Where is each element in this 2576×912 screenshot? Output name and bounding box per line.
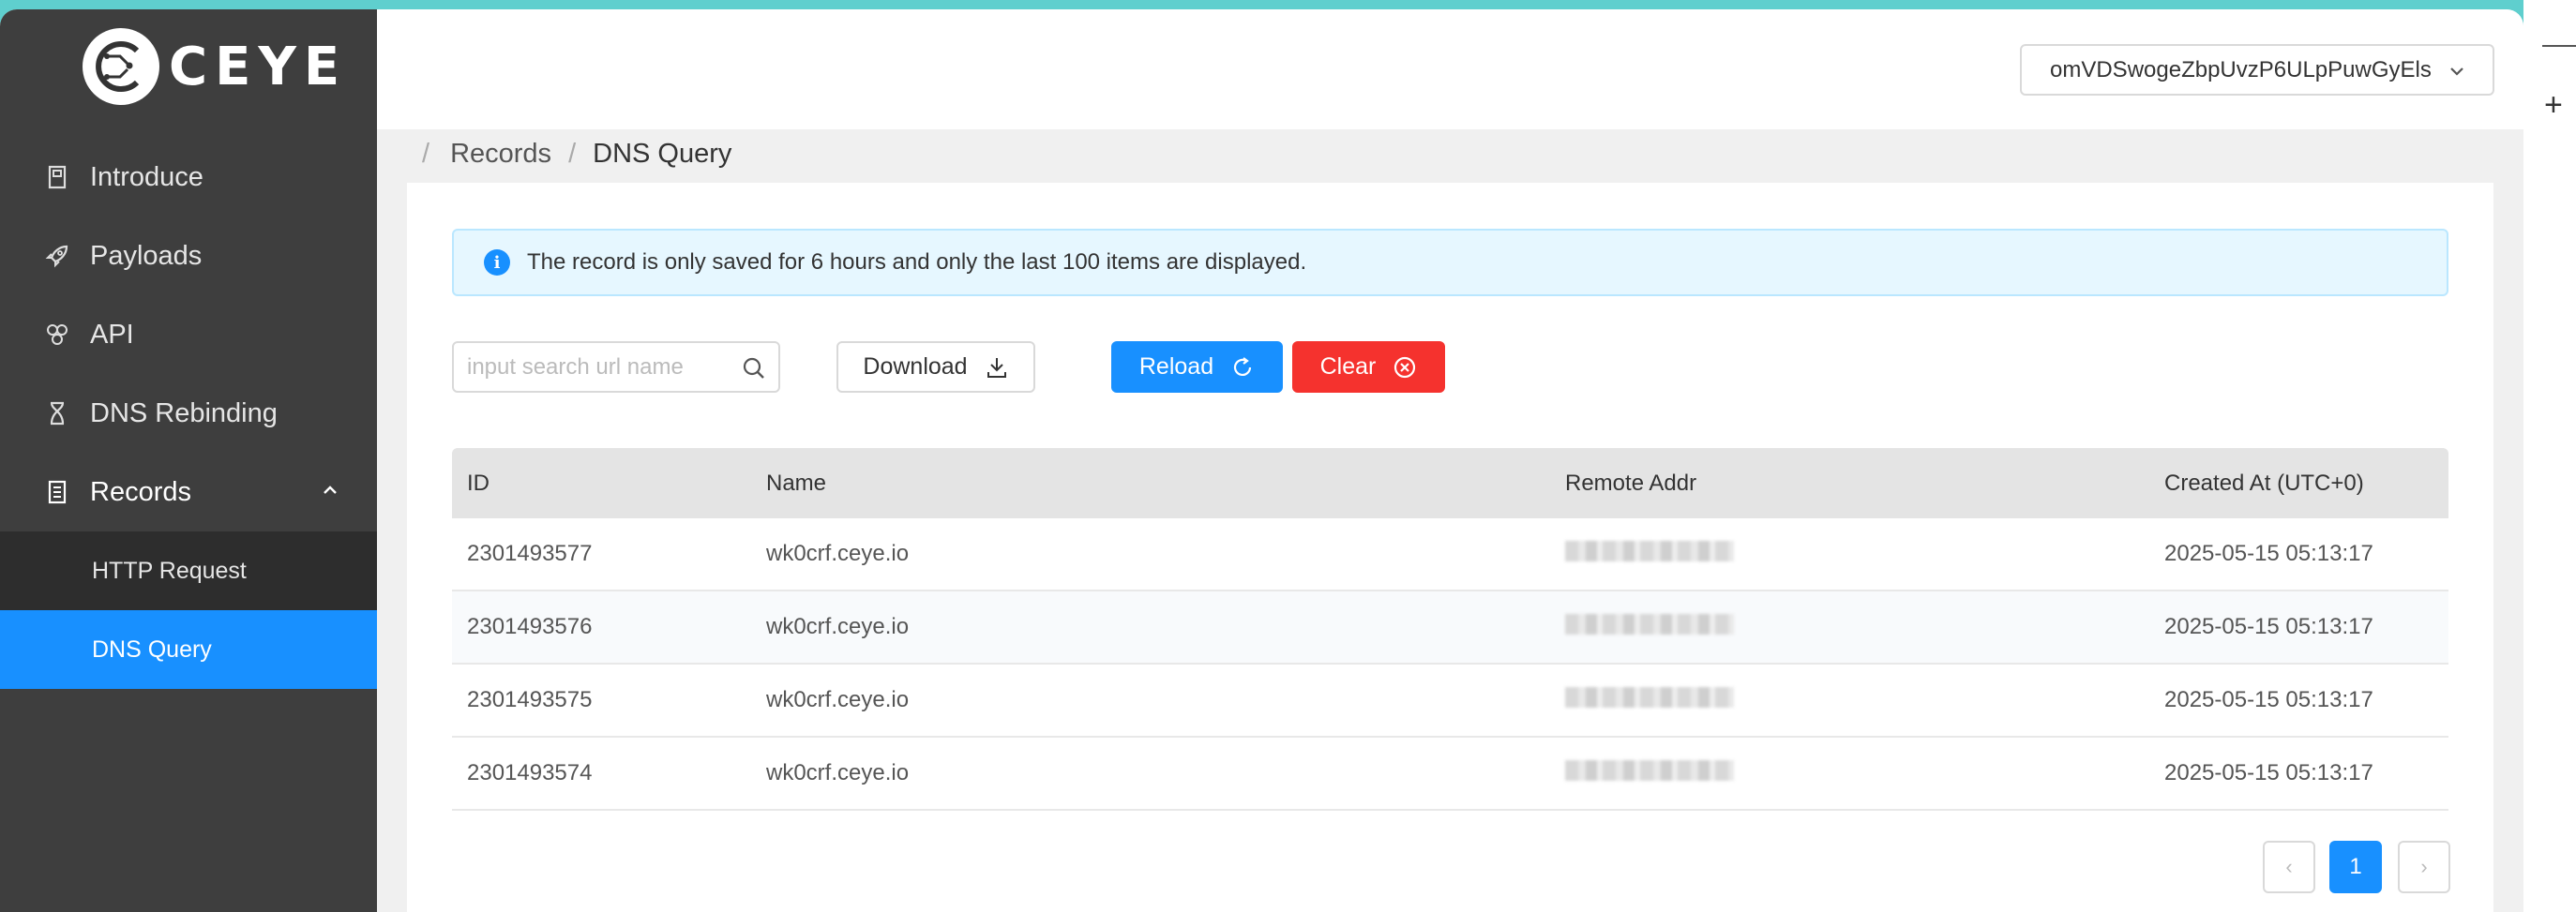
download-icon xyxy=(987,357,1006,378)
download-label: Download xyxy=(863,353,968,380)
table-row: 2301493574 wk0crf.ceye.io 2025-05-15 05:… xyxy=(452,738,2448,811)
chevron-up-icon[interactable] xyxy=(321,481,339,500)
top-header: omVDSwogeZbpUvzP6ULpPuwGyEls xyxy=(377,9,2523,129)
records-table: ID Name Remote Addr Created At (UTC+0) 2… xyxy=(452,448,2448,811)
user-dropdown[interactable]: omVDSwogeZbpUvzP6ULpPuwGyEls xyxy=(2020,44,2494,96)
cell-id: 2301493577 xyxy=(467,541,593,566)
pagination-next-button[interactable]: › xyxy=(2398,841,2450,893)
sidebar-item-dns-rebinding[interactable]: DNS Rebinding xyxy=(0,374,377,453)
cell-remote-addr xyxy=(1550,613,2149,641)
breadcrumb-separator: / xyxy=(568,139,577,169)
info-icon: i xyxy=(484,249,510,276)
sidebar-subitem-label: HTTP Request xyxy=(92,557,247,584)
redacted-address xyxy=(1565,540,1734,561)
table-row: 2301493576 wk0crf.ceye.io 2025-05-15 05:… xyxy=(452,591,2448,665)
logo-mark xyxy=(83,28,159,105)
brand-name: CEYE xyxy=(169,36,348,97)
breadcrumb: / Records / DNS Query xyxy=(413,139,731,170)
content-card: i The record is only saved for 6 hours a… xyxy=(407,183,2493,912)
sidebar-empty-area xyxy=(0,689,377,912)
cell-id: 2301493576 xyxy=(467,614,593,639)
app-window: CEYE Introduce Payloads API DNS Rebindin… xyxy=(0,9,2523,912)
file-icon xyxy=(43,478,71,506)
redacted-address xyxy=(1565,686,1734,708)
cell-name: wk0crf.ceye.io xyxy=(766,760,910,785)
table-header: ID Name Remote Addr Created At (UTC+0) xyxy=(452,448,2448,518)
breadcrumb-separator: / xyxy=(422,139,430,169)
user-identifier: omVDSwogeZbpUvzP6ULpPuwGyEls xyxy=(2050,56,2432,82)
sidebar-subitem-label: DNS Query xyxy=(92,635,212,663)
cell-remote-addr xyxy=(1550,686,2149,714)
breadcrumb-records[interactable]: Records xyxy=(450,139,551,170)
reload-button[interactable]: Reload xyxy=(1111,341,1283,393)
search-input[interactable] xyxy=(454,353,726,381)
reload-icon xyxy=(1234,356,1252,376)
cell-remote-addr xyxy=(1550,759,2149,787)
sidebar-item-payloads[interactable]: Payloads xyxy=(0,217,377,295)
reload-label: Reload xyxy=(1138,353,1214,380)
search-icon[interactable] xyxy=(741,355,767,381)
plus-icon[interactable]: + xyxy=(2544,89,2563,121)
book-icon xyxy=(43,163,71,191)
cell-name: wk0crf.ceye.io xyxy=(766,614,910,639)
cell-created-at: 2025-05-15 05:13:17 xyxy=(2164,541,2373,566)
cell-id: 2301493575 xyxy=(467,687,593,712)
rocket-icon xyxy=(43,242,71,270)
search-box xyxy=(452,341,780,393)
chevron-down-icon xyxy=(2450,67,2463,76)
sidebar: CEYE Introduce Payloads API DNS Rebindin… xyxy=(0,9,377,912)
close-circle-icon xyxy=(1394,356,1416,378)
pagination-page-1[interactable]: 1 xyxy=(2329,841,2382,893)
table-row: 2301493577 wk0crf.ceye.io 2025-05-15 05:… xyxy=(452,518,2448,591)
cell-created-at: 2025-05-15 05:13:17 xyxy=(2164,760,2373,785)
column-header-remote-addr: Remote Addr xyxy=(1565,470,1697,496)
cell-created-at: 2025-05-15 05:13:17 xyxy=(2164,687,2373,712)
api-icon xyxy=(43,321,71,349)
sidebar-subitem-dns-query[interactable]: DNS Query xyxy=(0,610,377,689)
column-header-name: Name xyxy=(766,470,827,496)
info-alert: i The record is only saved for 6 hours a… xyxy=(452,229,2448,296)
logo: CEYE xyxy=(83,28,347,105)
cell-name: wk0crf.ceye.io xyxy=(766,541,910,566)
pagination-prev-button[interactable]: ‹ xyxy=(2263,841,2315,893)
sidebar-item-label: Introduce xyxy=(90,161,203,192)
hourglass-icon xyxy=(43,399,71,427)
download-button[interactable]: Download xyxy=(836,341,1035,393)
redacted-address xyxy=(1565,759,1734,781)
sidebar-item-label: Payloads xyxy=(90,240,203,271)
sidebar-item-records[interactable]: Records xyxy=(0,453,377,531)
sidebar-item-label: DNS Rebinding xyxy=(90,397,278,428)
sidebar-item-label: Records xyxy=(90,476,191,507)
table-row: 2301493575 wk0crf.ceye.io 2025-05-15 05:… xyxy=(452,665,2448,738)
sidebar-item-api[interactable]: API xyxy=(0,295,377,374)
minimize-icon[interactable] xyxy=(2542,45,2576,47)
column-header-created-at: Created At (UTC+0) xyxy=(2164,470,2364,496)
cell-id: 2301493574 xyxy=(467,760,593,785)
sidebar-subitem-http-request[interactable]: HTTP Request xyxy=(0,531,377,610)
alert-text: The record is only saved for 6 hours and… xyxy=(527,249,1307,275)
clear-button[interactable]: Clear xyxy=(1292,341,1445,393)
cell-remote-addr xyxy=(1550,540,2149,568)
sidebar-item-introduce[interactable]: Introduce xyxy=(0,138,377,217)
column-header-id: ID xyxy=(467,470,490,496)
adjacent-window-edge: + xyxy=(2523,0,2576,912)
cell-created-at: 2025-05-15 05:13:17 xyxy=(2164,614,2373,639)
sidebar-item-label: API xyxy=(90,319,134,350)
redacted-address xyxy=(1565,613,1734,635)
cell-name: wk0crf.ceye.io xyxy=(766,687,910,712)
clear-label: Clear xyxy=(1319,353,1377,380)
breadcrumb-dns-query: DNS Query xyxy=(593,139,732,169)
